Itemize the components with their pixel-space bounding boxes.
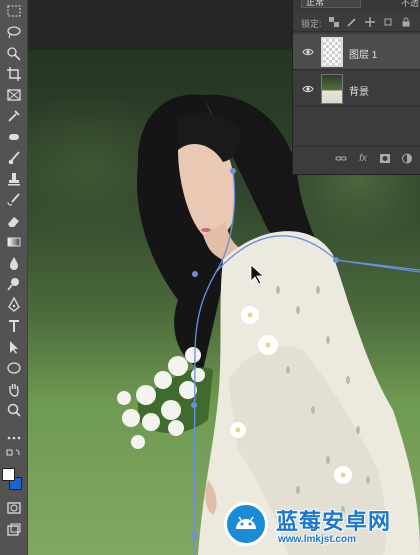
brush-tool-icon[interactable] <box>4 148 24 168</box>
ellipse-tool-icon[interactable] <box>4 358 24 378</box>
blend-row: 正常 不透 <box>293 0 420 10</box>
layer-thumbnail <box>321 37 343 67</box>
lasso-tool-icon[interactable] <box>4 22 24 42</box>
pen-tool-icon[interactable] <box>4 295 24 315</box>
more-tools-icon[interactable] <box>4 428 24 448</box>
lock-pixels-icon[interactable] <box>347 17 357 27</box>
mask-icon[interactable] <box>379 153 391 164</box>
blur-tool-icon[interactable] <box>4 253 24 273</box>
dodge-tool-icon[interactable] <box>4 274 24 294</box>
swap-colors-icon[interactable] <box>4 448 24 462</box>
clone-stamp-tool-icon[interactable] <box>4 169 24 189</box>
foreground-color-swatch[interactable] <box>2 468 15 481</box>
toolbar <box>0 0 28 555</box>
zoom-tool-icon[interactable] <box>4 400 24 420</box>
link-icon[interactable] <box>335 153 347 164</box>
lock-row: 锁定: <box>293 12 420 32</box>
gradient-tool-icon[interactable] <box>4 232 24 252</box>
watermark-title: 蓝莓安卓网 <box>276 510 392 535</box>
opacity-label[interactable]: 不透 <box>401 0 419 9</box>
path-select-tool-icon[interactable] <box>4 337 24 357</box>
watermark-logo <box>224 502 268 546</box>
lock-transparent-icon[interactable] <box>329 17 339 27</box>
watermark-url: www.lmkjst.com <box>278 534 356 545</box>
quick-select-tool-icon[interactable] <box>4 43 24 63</box>
history-brush-tool-icon[interactable] <box>4 190 24 210</box>
crop-tool-icon[interactable] <box>4 64 24 84</box>
eyedropper-tool-icon[interactable] <box>4 106 24 126</box>
healing-tool-icon[interactable] <box>4 127 24 147</box>
type-tool-icon[interactable] <box>4 316 24 336</box>
visibility-eye-icon[interactable] <box>302 47 314 57</box>
hand-tool-icon[interactable] <box>4 379 24 399</box>
frame-tool-icon[interactable] <box>4 85 24 105</box>
quick-mask-icon[interactable] <box>4 498 24 518</box>
lock-all-icon[interactable] <box>401 17 411 27</box>
visibility-eye-icon[interactable] <box>302 84 314 94</box>
layer-name[interactable]: 背景 <box>349 83 369 98</box>
panel-footer: fx <box>293 146 420 168</box>
layer-name[interactable]: 图层 1 <box>349 46 377 61</box>
lock-label: 锁定: <box>301 19 322 29</box>
fx-icon[interactable]: fx <box>357 153 369 164</box>
watermark: 蓝莓安卓网 www.lmkjst.com <box>220 498 420 552</box>
lock-position-icon[interactable] <box>365 17 375 27</box>
move-tool-icon[interactable] <box>4 2 24 22</box>
blend-mode-select[interactable]: 正常 <box>301 0 361 8</box>
screen-mode-icon[interactable] <box>4 520 24 540</box>
android-logo-icon <box>236 516 256 529</box>
layer-row-background[interactable]: 背景 <box>293 71 420 107</box>
adjustment-icon[interactable] <box>401 153 413 164</box>
layers-panel: 正常 不透 锁定: 图层 1 背景 fx <box>292 0 420 175</box>
lock-artboard-icon[interactable] <box>383 17 393 27</box>
layer-row-layer-1[interactable]: 图层 1 <box>293 34 420 70</box>
layer-thumbnail <box>321 74 343 104</box>
eraser-tool-icon[interactable] <box>4 211 24 231</box>
